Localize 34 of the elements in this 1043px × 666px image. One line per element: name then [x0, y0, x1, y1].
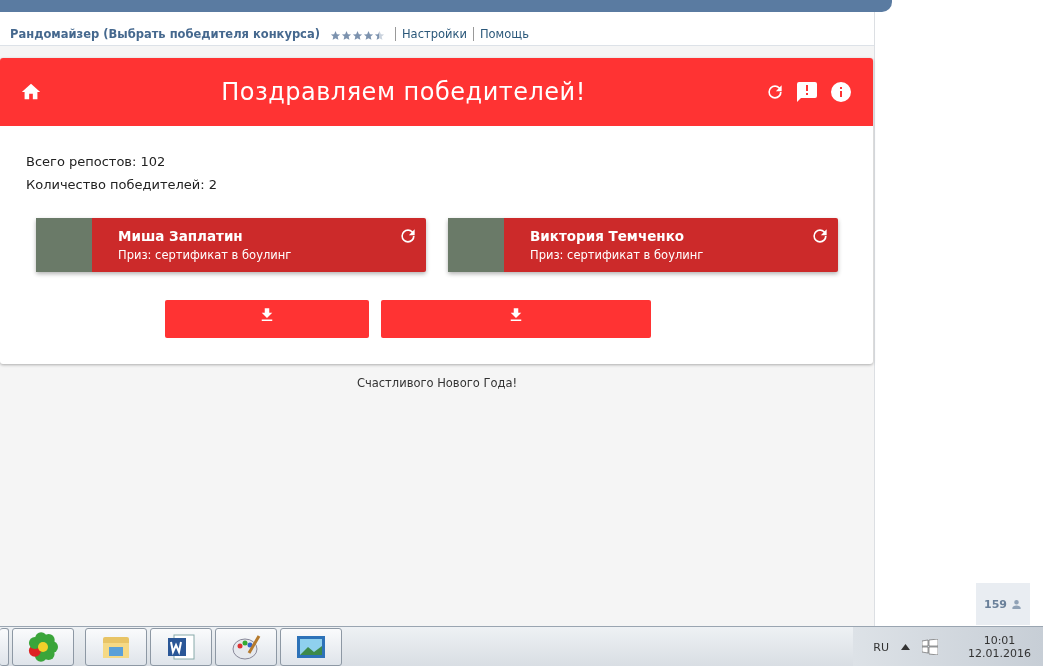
person-icon [1011, 598, 1022, 610]
language-indicator[interactable]: RU [873, 640, 889, 654]
windows-logo-icon[interactable] [922, 639, 938, 655]
winner-name: Миша Заплатин [118, 228, 244, 244]
taskbar-button[interactable] [0, 628, 9, 666]
star-icon [329, 30, 341, 41]
reroll-icon[interactable] [810, 226, 830, 246]
winner-prize: Приз: сертификат в боулинг [118, 248, 293, 262]
banner-title: Поздравляем победителей! [220, 78, 587, 106]
tray-expand-icon[interactable] [901, 644, 910, 650]
reroll-icon[interactable] [398, 226, 418, 246]
taskbar-document-icon[interactable] [150, 628, 212, 666]
info-icon[interactable] [829, 80, 853, 104]
taskbar-picture-icon[interactable] [280, 628, 342, 666]
header-link[interactable]: Помощь [472, 27, 529, 41]
refresh-icon[interactable] [765, 82, 785, 102]
stat-text: Всего репостов: 102 [26, 154, 167, 169]
winner-name: Виктория Темченко [530, 228, 686, 244]
header-link[interactable]: Настройки [394, 27, 467, 41]
star-icon [373, 30, 385, 41]
app-title: Рандомайзер (Выбрать победителя конкурса) [10, 27, 320, 41]
photo-placeholder [36, 218, 92, 272]
footer-text: Счастливого Нового Года! [355, 376, 519, 390]
feedback-icon[interactable] [795, 80, 819, 104]
stat-text: Количество победителей: 2 [26, 177, 219, 192]
winner-prize: Приз: сертификат в боулинг [530, 248, 705, 262]
clock-date[interactable]: 12.01.2016 [968, 647, 1031, 660]
star-icon [351, 30, 363, 41]
taskbar-palette-icon[interactable] [215, 628, 277, 666]
photo-placeholder [448, 218, 504, 272]
taskbar-app-icon[interactable] [12, 628, 74, 666]
star-icon [340, 30, 352, 41]
star-icon [362, 30, 374, 41]
clock-time[interactable]: 10:01 [983, 634, 1016, 647]
